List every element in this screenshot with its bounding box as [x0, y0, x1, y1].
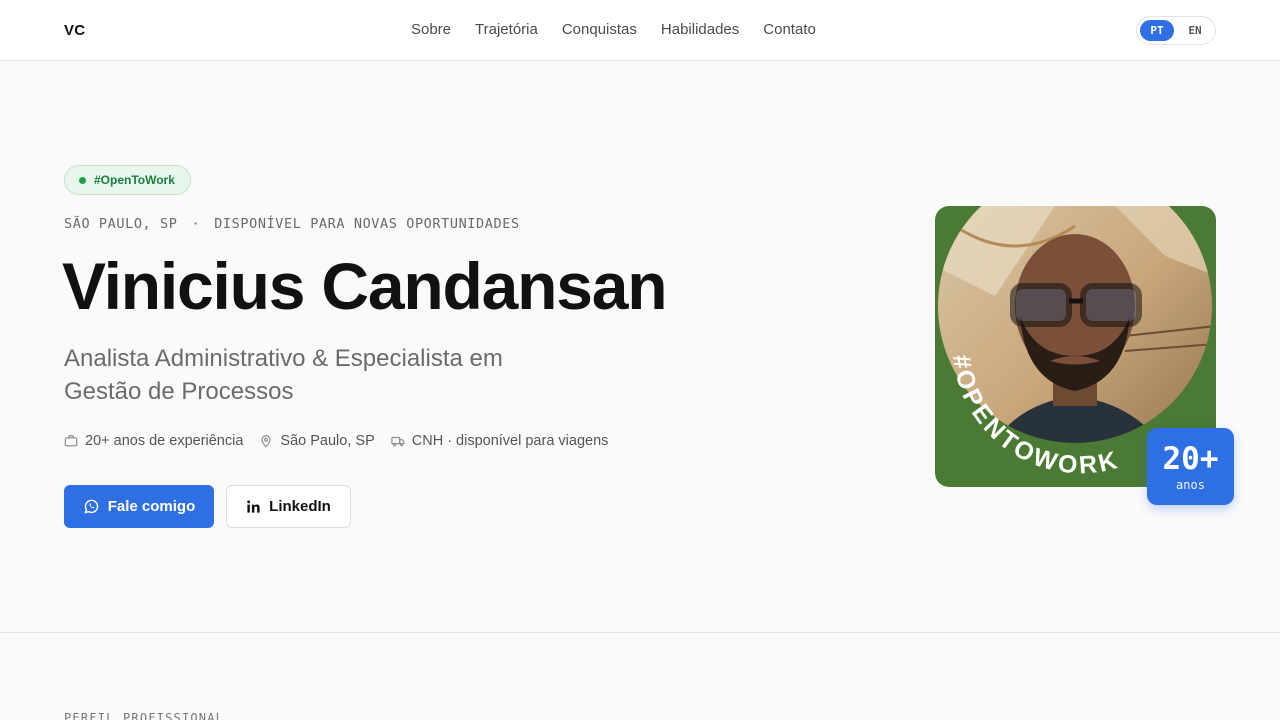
lang-option-en[interactable]: EN: [1178, 20, 1212, 41]
section-divider: [0, 632, 1280, 633]
linkedin-button-label: LinkedIn: [269, 498, 331, 515]
hero-facts: 20+ anos de experiência São Paulo, SP CN…: [64, 433, 608, 449]
top-navbar: VC Sobre Trajetória Conquistas Habilidad…: [0, 0, 1280, 61]
kicker-separator: ·: [191, 216, 201, 232]
whatsapp-contact-button[interactable]: Fale comigo: [64, 485, 214, 528]
main-nav: Sobre Trajetória Conquistas Habilidades …: [411, 21, 816, 38]
hero-name: Vinicius Candansan: [62, 249, 668, 323]
nav-link-sobre[interactable]: Sobre: [411, 21, 451, 38]
fact-location: São Paulo, SP: [259, 433, 375, 449]
lang-option-pt[interactable]: PT: [1140, 20, 1174, 41]
fact-license-text: CNH · disponível para viagens: [411, 433, 609, 449]
nav-link-contato[interactable]: Contato: [763, 21, 816, 38]
nav-link-habilidades[interactable]: Habilidades: [661, 21, 739, 38]
whatsapp-button-label: Fale comigo: [107, 498, 196, 515]
section-kicker-perfil: PERFIL PROFISSIONAL: [64, 711, 225, 720]
badge-label: #OpenToWork: [94, 173, 175, 187]
fact-location-text: São Paulo, SP: [280, 433, 375, 449]
linkedin-button[interactable]: LinkedIn: [226, 485, 351, 528]
years-value: 20+: [1162, 440, 1219, 477]
kicker-location: SÃO PAULO, SP: [64, 216, 178, 232]
hero-subtitle: Analista Administrativo & Especialista e…: [64, 345, 503, 405]
years-label: anos: [1176, 477, 1205, 492]
truck-icon: [391, 436, 405, 447]
hero-kicker: SÃO PAULO, SP · DISPONÍVEL PARA NOVAS OPOR…: [64, 216, 520, 232]
nav-link-conquistas[interactable]: Conquistas: [562, 21, 637, 38]
fact-experience-text: 20+ anos de experiência: [85, 433, 244, 449]
map-pin-icon: [261, 435, 271, 448]
whatsapp-icon: [84, 499, 98, 514]
fact-experience: 20+ anos de experiência: [64, 433, 243, 449]
language-toggle: PT EN: [1136, 16, 1216, 45]
linkedin-icon: [247, 500, 260, 513]
open-to-work-badge: #OpenToWork: [64, 165, 191, 195]
fact-license: CNH · disponível para viagens: [391, 433, 609, 449]
site-logo[interactable]: VC: [64, 22, 85, 39]
briefcase-icon: [64, 435, 78, 447]
status-dot: [79, 176, 86, 184]
nav-link-trajetoria[interactable]: Trajetória: [475, 21, 538, 38]
experience-years-badge: 20+ anos: [1147, 428, 1234, 505]
kicker-status: DISPONÍVEL PARA NOVAS OPORTUNIDADES: [214, 216, 520, 232]
